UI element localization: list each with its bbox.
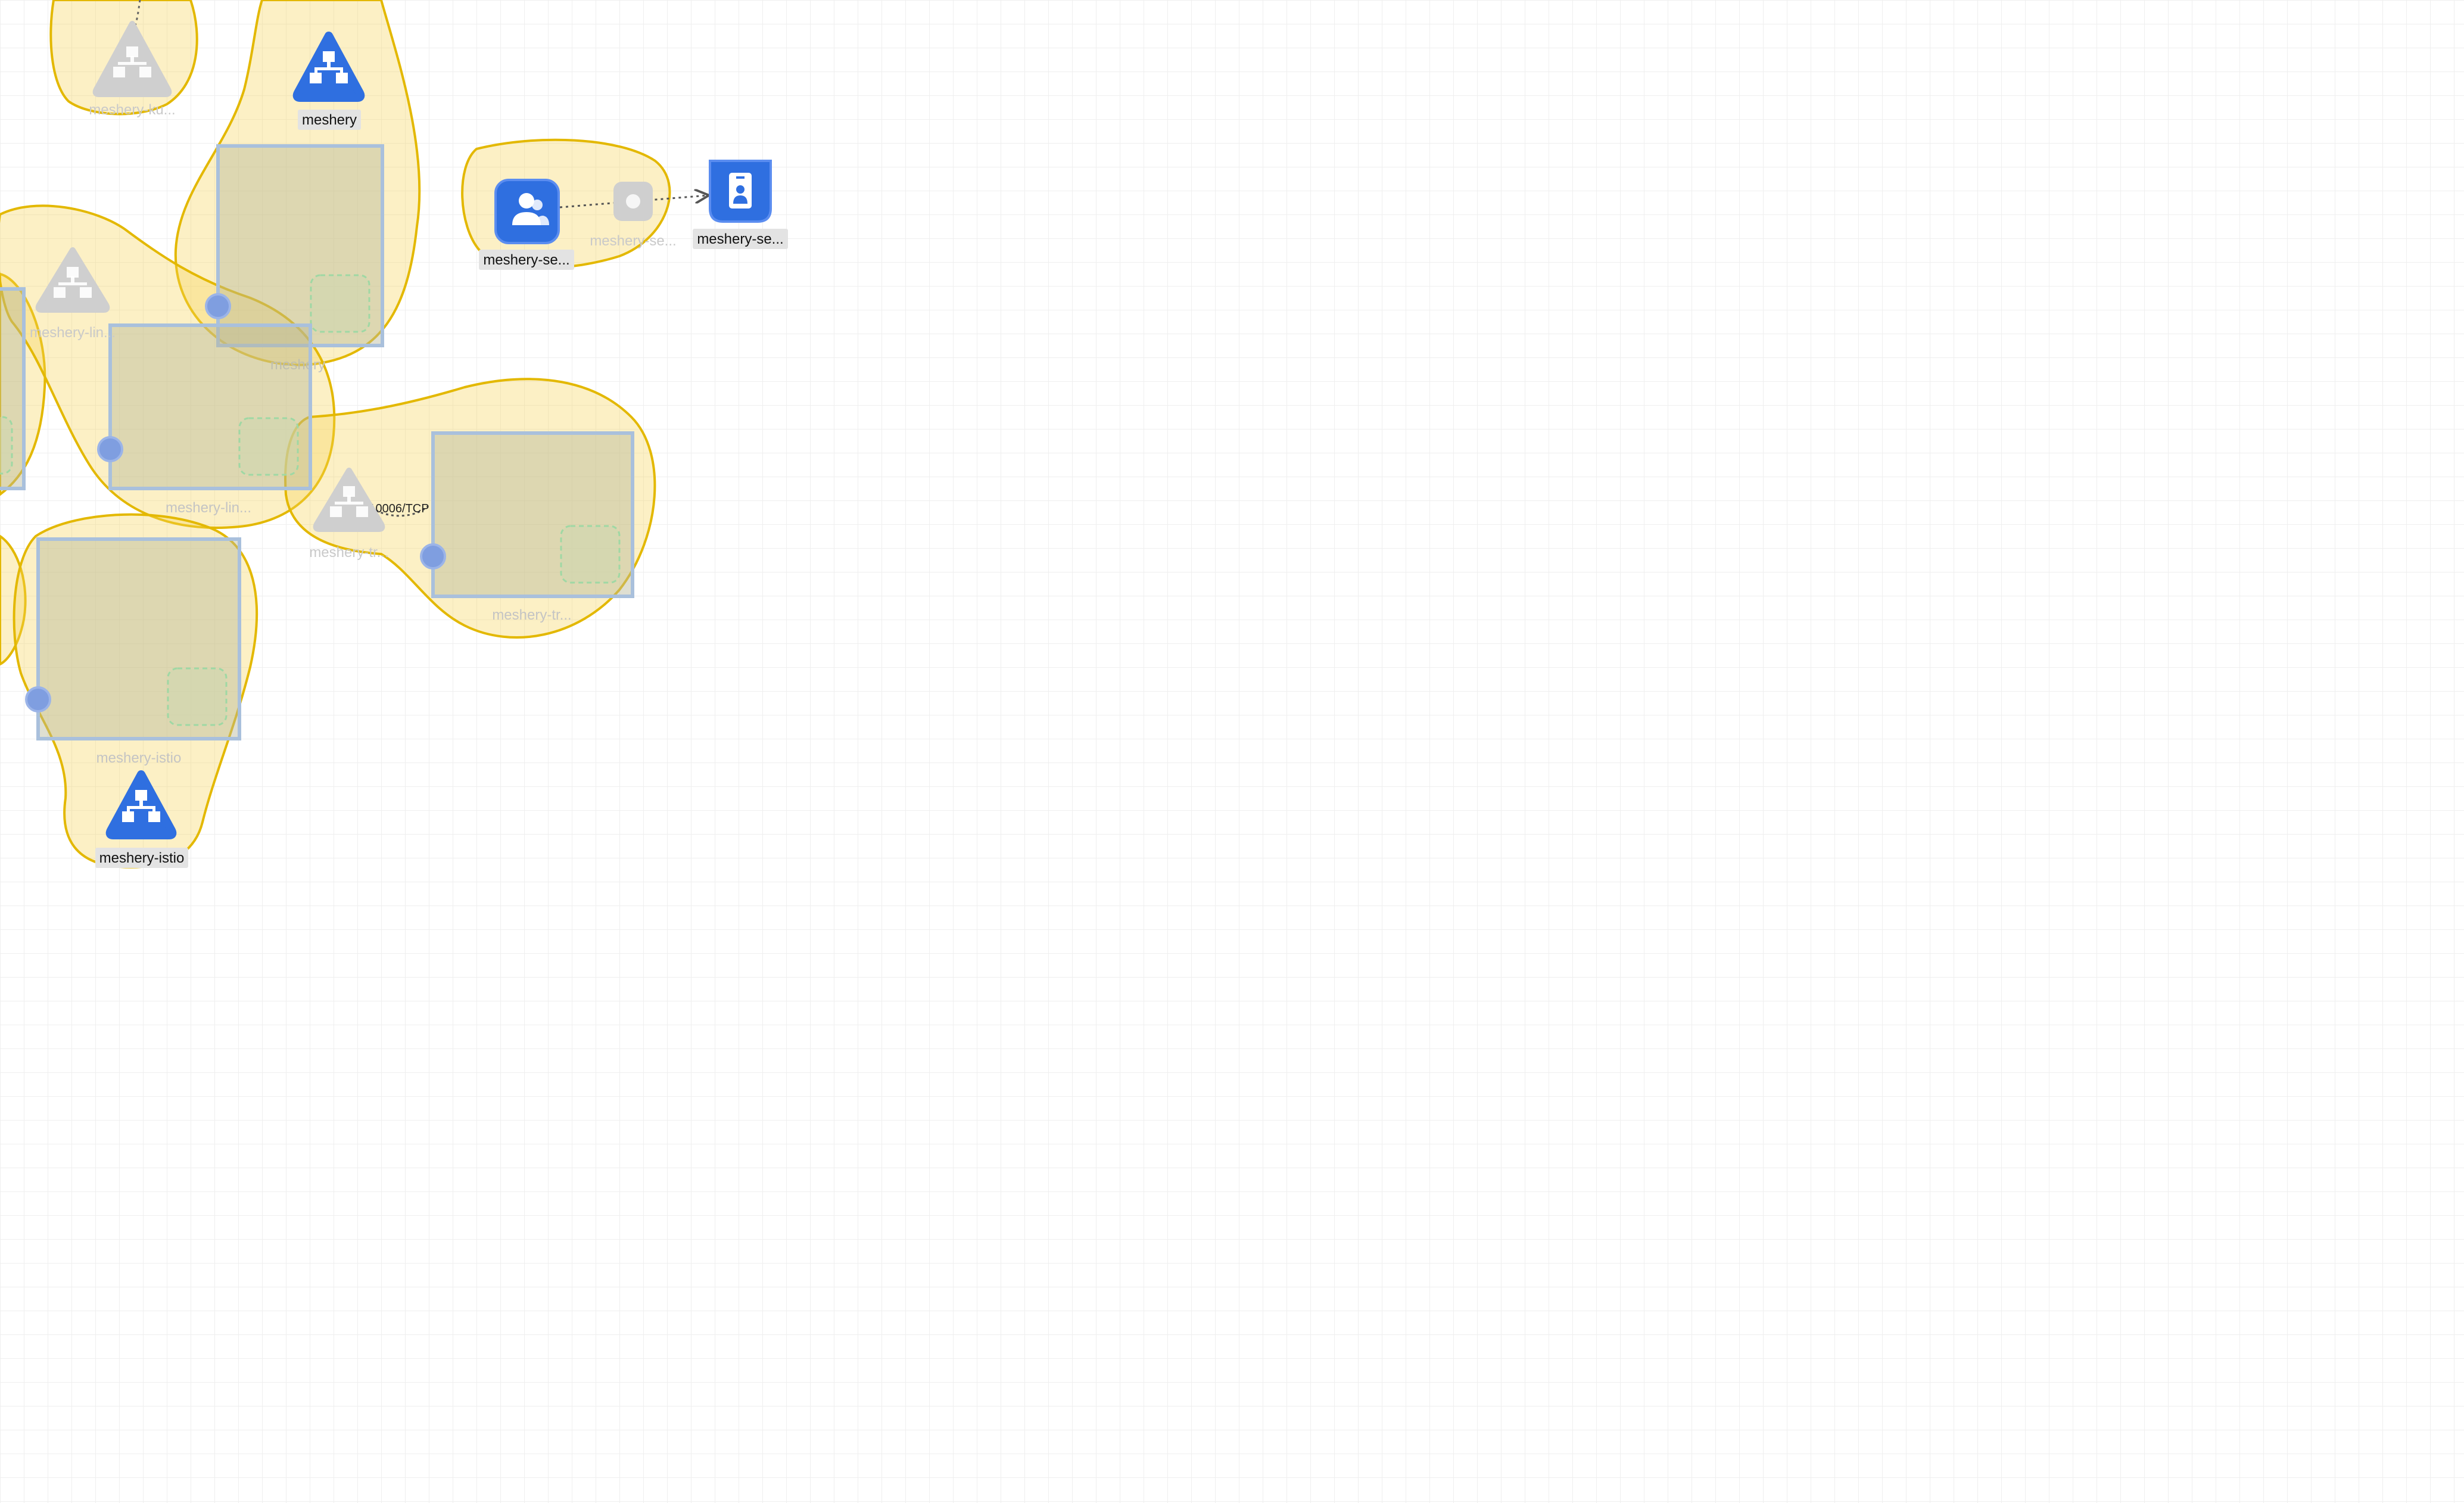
inner-box [0,416,13,475]
port-icon[interactable] [97,436,123,462]
design-canvas[interactable]: meshery meshery-lin... meshery-tr... mes… [0,0,2464,1503]
container-meshery-lin-left[interactable] [0,287,26,490]
inner-box [167,667,228,726]
container-meshery-istio[interactable]: meshery-istio [36,537,241,766]
container-meshery-tr[interactable]: meshery-tr... [431,431,634,623]
node-label: meshery-se... [697,231,783,247]
port-icon[interactable] [420,543,446,570]
inner-box [310,274,370,333]
node-label: meshery-se... [590,233,676,249]
node-label: meshery-se... [483,252,569,268]
port-icon[interactable] [205,293,231,319]
node-label: meshery-ku... [89,102,175,118]
port-icon[interactable] [25,686,51,712]
container-meshery-lin[interactable]: meshery-lin... [108,323,312,516]
node-label: meshery-tr... [309,544,388,561]
node-label: meshery-lin... [30,325,116,341]
inner-box [560,525,621,584]
id-badge-icon [729,173,752,209]
inner-box [238,417,299,476]
node-label: meshery [302,112,357,128]
node-label: meshery-istio [99,850,185,866]
container-label: meshery-tr... [492,607,571,623]
container-label: meshery-istio [96,750,182,766]
container-label: meshery-lin... [166,500,251,516]
